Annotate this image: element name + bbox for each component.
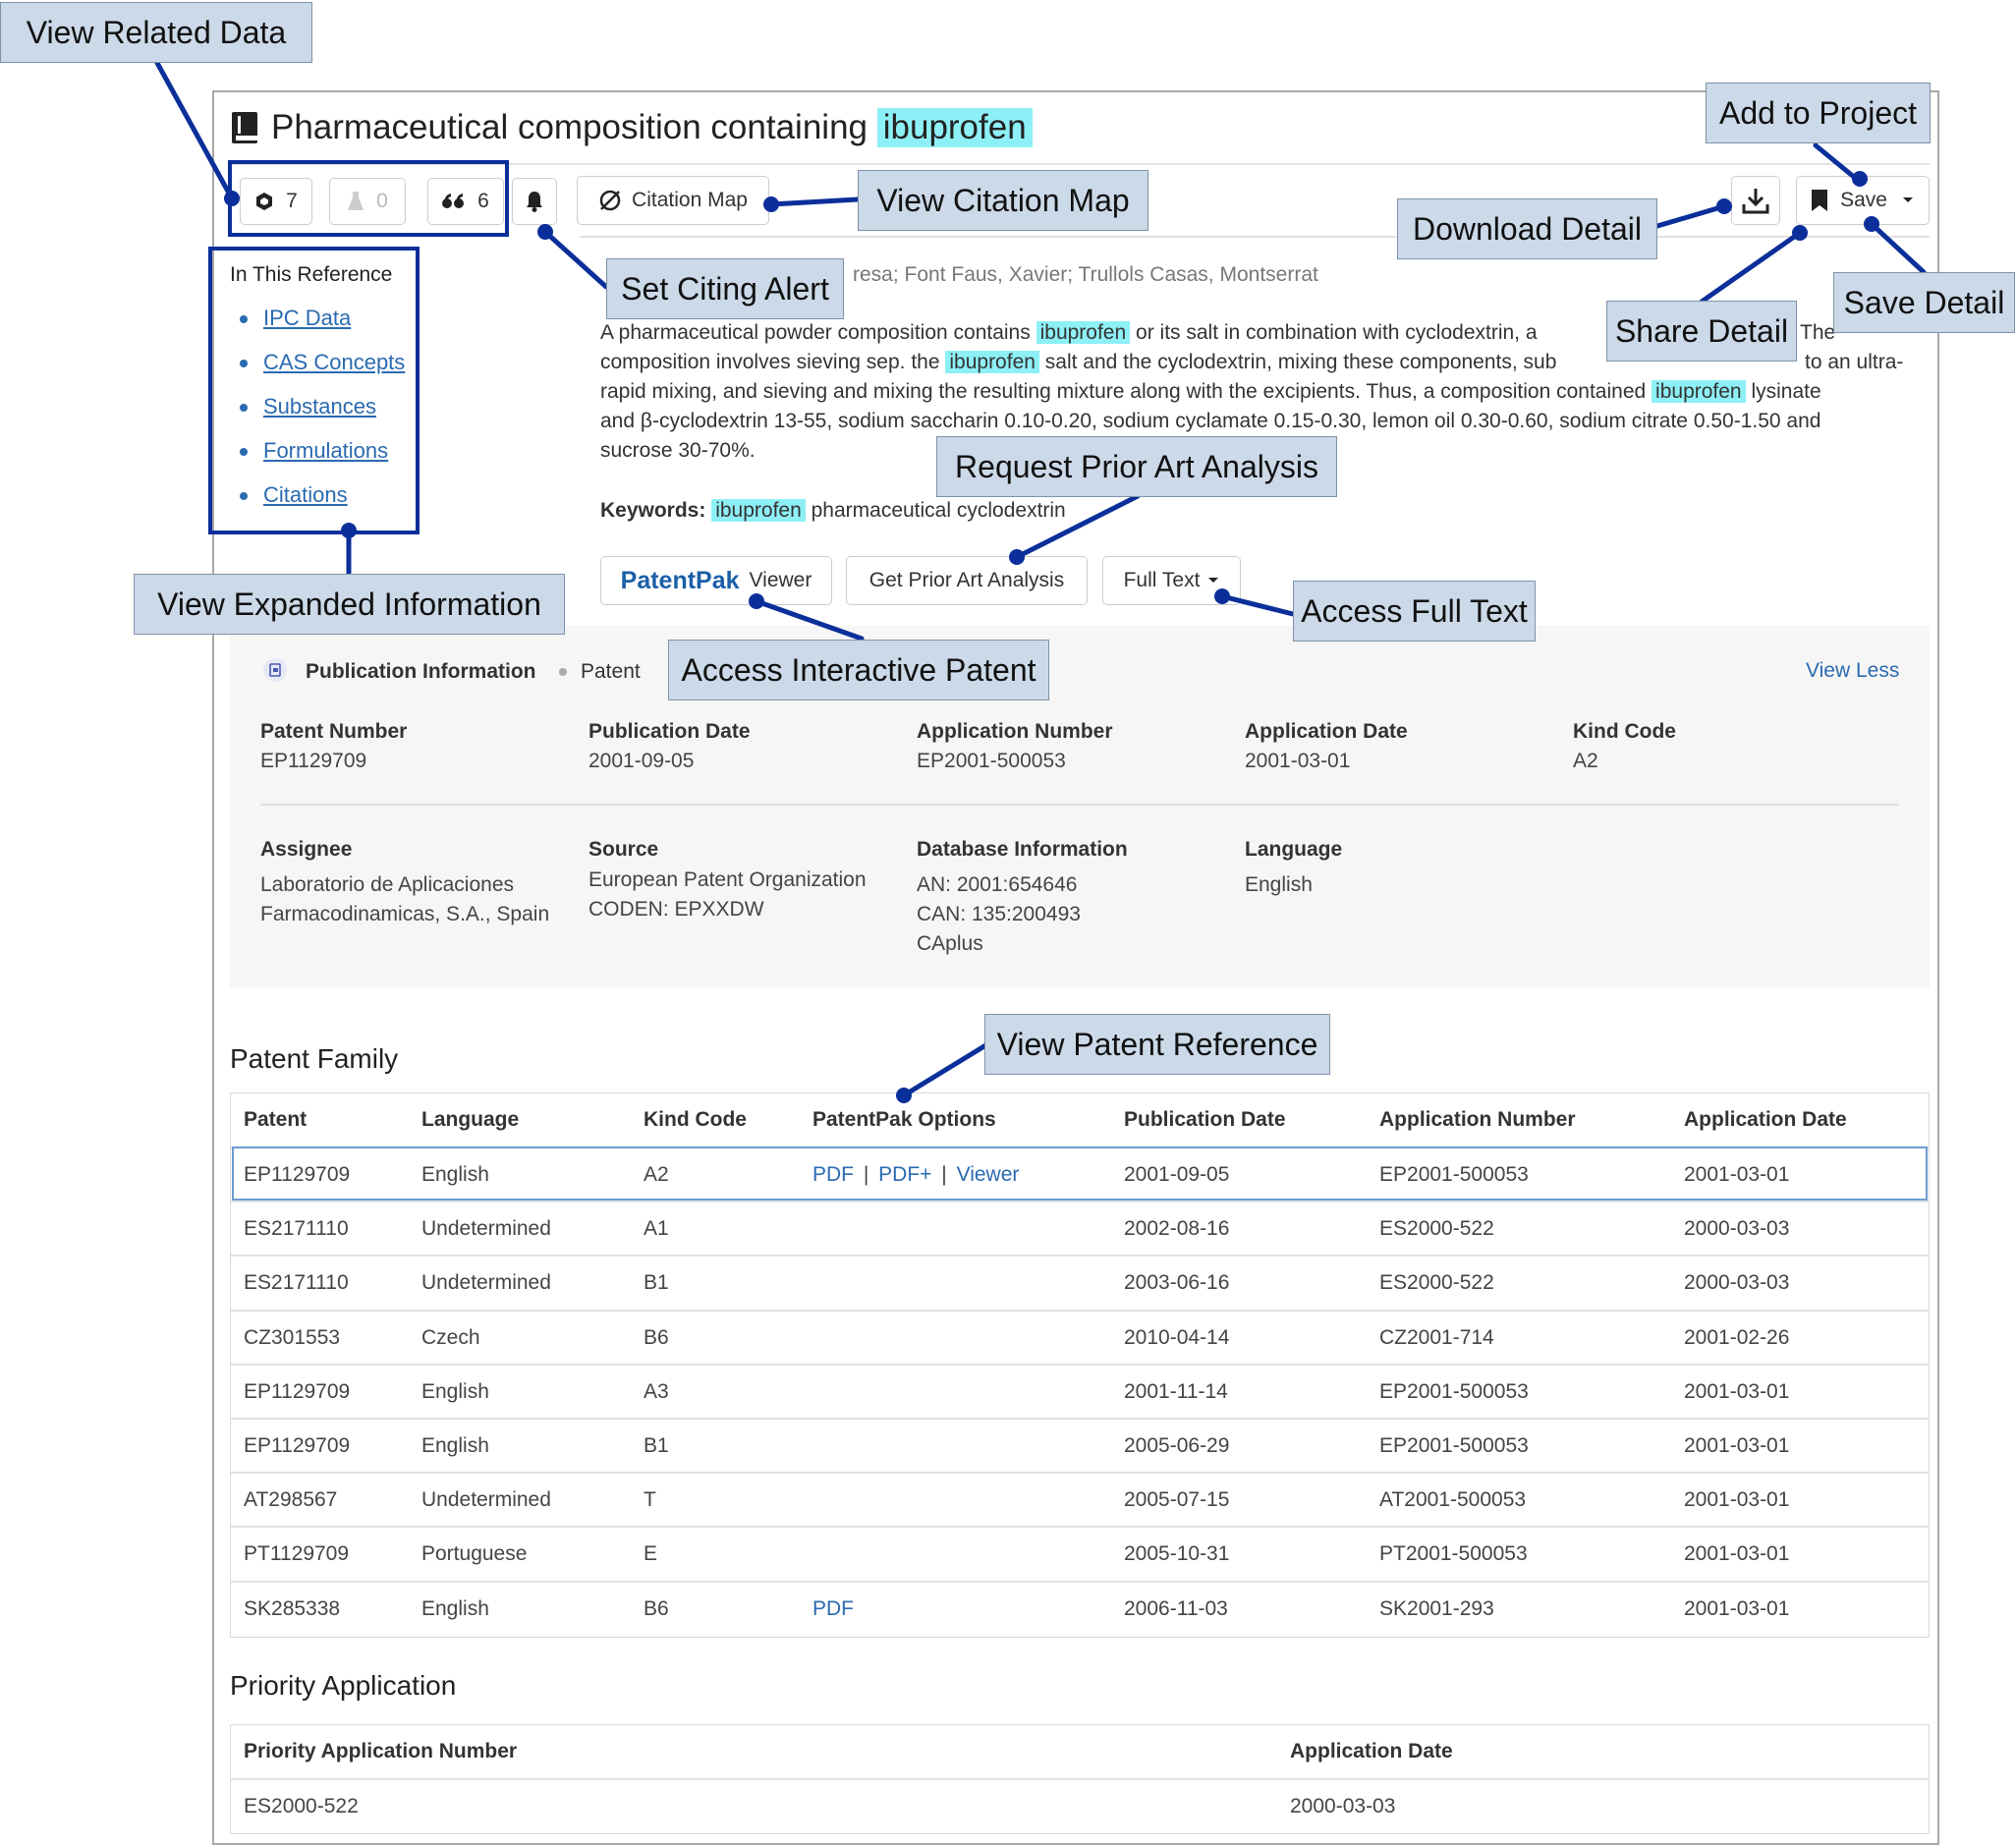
related-data-highlight-box xyxy=(228,160,509,237)
callout-request-prior-art: Request Prior Art Analysis xyxy=(936,436,1337,497)
callout-share-detail: Share Detail xyxy=(1606,301,1797,362)
expanded-info-highlight-box xyxy=(208,247,420,534)
callout-add-to-project: Add to Project xyxy=(1706,83,1931,143)
callout-view-patent-reference: View Patent Reference xyxy=(984,1014,1330,1075)
callout-access-full-text: Access Full Text xyxy=(1293,581,1536,642)
callout-set-citing-alert: Set Citing Alert xyxy=(606,258,844,319)
callout-view-expanded-info: View Expanded Information xyxy=(134,574,565,635)
callout-download-detail: Download Detail xyxy=(1397,198,1657,259)
callout-access-interactive-patent: Access Interactive Patent xyxy=(668,640,1049,700)
callout-save-detail: Save Detail xyxy=(1833,272,2015,333)
callout-view-citation-map: View Citation Map xyxy=(858,170,1148,231)
callout-view-related-data: View Related Data xyxy=(0,2,312,63)
